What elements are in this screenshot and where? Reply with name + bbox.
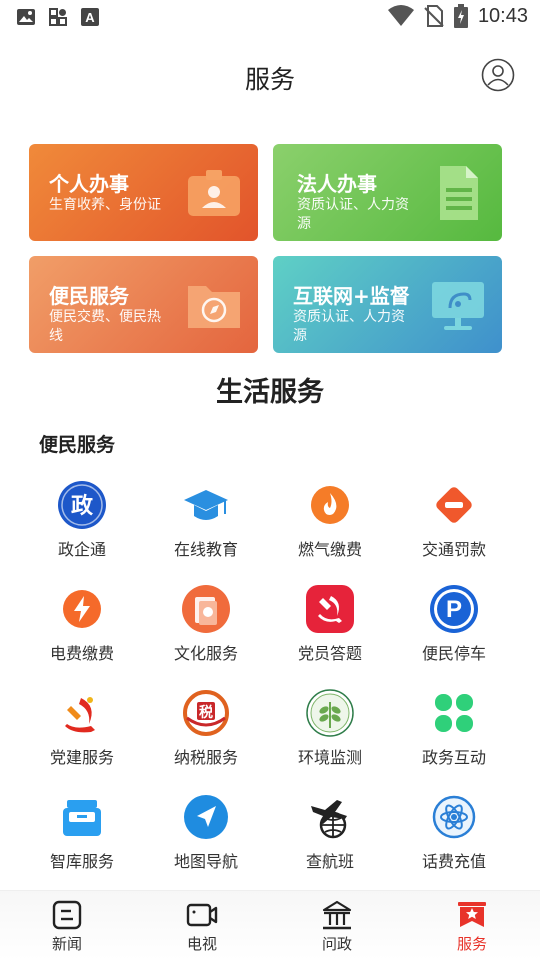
government-building-icon bbox=[322, 900, 352, 930]
page-title: 服务 bbox=[244, 65, 295, 94]
card-convenience-services[interactable]: 便民服务 便民交费、便民热线 bbox=[29, 256, 258, 353]
service-label: 查航班 bbox=[305, 852, 354, 871]
image-icon bbox=[17, 9, 35, 25]
service-item[interactable]: 交通罚款 bbox=[392, 478, 516, 568]
nav-item-service[interactable]: 服务 bbox=[432, 899, 512, 959]
card-title: 法人办事 bbox=[297, 172, 377, 196]
leaf-icon bbox=[306, 689, 354, 737]
party-emblem-icon bbox=[306, 585, 354, 633]
service-label: 电费缴费 bbox=[49, 644, 114, 663]
service-item[interactable]: 电费缴费 bbox=[20, 582, 144, 672]
status-time: 10:43 bbox=[477, 4, 528, 27]
card-title: 个人办事 bbox=[49, 172, 129, 196]
news-icon bbox=[52, 900, 82, 930]
service-label: 智库服务 bbox=[49, 852, 114, 871]
service-label: 纳税服务 bbox=[173, 748, 238, 767]
tax-seal-icon: 税 bbox=[183, 690, 229, 736]
card-subtitle: 便民交费、便民热线 bbox=[49, 309, 161, 344]
service-label: 交通罚款 bbox=[421, 540, 486, 559]
nav-label: 服务 bbox=[456, 935, 487, 953]
card-subtitle: 生育收养、身份证 bbox=[49, 197, 161, 213]
nav-label: 问政 bbox=[321, 935, 352, 953]
nav-item-inquiry[interactable]: 问政 bbox=[297, 899, 377, 959]
service-item[interactable]: 党建服务 bbox=[20, 686, 144, 776]
service-item[interactable]: 政务互动 bbox=[392, 686, 516, 776]
card-subtitle: 资质认证、人力资源 bbox=[293, 309, 405, 344]
service-item[interactable]: 文化服务 bbox=[144, 582, 268, 672]
svg-text:A: A bbox=[85, 10, 95, 25]
service-label: 环境监测 bbox=[297, 748, 362, 767]
card-title: 互联网+监督 bbox=[293, 284, 410, 308]
storage-box-icon bbox=[63, 800, 101, 836]
parking-icon: P bbox=[430, 585, 478, 633]
zheng-glyph: 政 bbox=[71, 493, 94, 519]
wifi-icon bbox=[387, 5, 414, 26]
flame-icon bbox=[311, 486, 349, 524]
service-label: 文化服务 bbox=[173, 644, 238, 663]
card-title: 便民服务 bbox=[49, 284, 129, 308]
nav-label: 电视 bbox=[186, 935, 217, 953]
bottom-nav: 新闻 电视 问政 服务 bbox=[0, 890, 540, 960]
service-item[interactable]: 智库服务 bbox=[20, 790, 144, 880]
monitor-icon bbox=[432, 282, 484, 330]
nav-item-tv[interactable]: 电视 bbox=[162, 899, 242, 959]
folder-compass-icon bbox=[188, 286, 240, 328]
service-item[interactable]: 燃气缴费 bbox=[268, 478, 392, 568]
service-item[interactable]: 地图导航 bbox=[144, 790, 268, 880]
subsection-title-convenience: 便民服务 bbox=[39, 434, 116, 456]
card-subtitle: 资质认证、人力资源 bbox=[297, 197, 409, 232]
navigation-arrow-icon bbox=[184, 795, 228, 839]
service-label: 党建服务 bbox=[49, 748, 114, 767]
service-item[interactable]: 话费充值 bbox=[392, 790, 516, 880]
tax-glyph: 税 bbox=[199, 704, 213, 721]
no-sim-icon bbox=[424, 5, 444, 27]
id-card-icon bbox=[188, 170, 240, 216]
party-building-icon bbox=[65, 697, 95, 733]
atom-icon bbox=[432, 795, 476, 839]
service-label: 话费充值 bbox=[421, 852, 486, 871]
section-title-life-services: 生活服务 bbox=[216, 377, 324, 408]
service-item[interactable]: 查航班 bbox=[268, 790, 392, 880]
app-a-icon: A bbox=[81, 8, 99, 26]
battery-charging-icon bbox=[453, 4, 468, 28]
status-notifications: A bbox=[16, 7, 100, 27]
service-label: 燃气缴费 bbox=[297, 540, 362, 559]
widgets-icon bbox=[49, 8, 67, 26]
tv-camera-icon bbox=[186, 903, 218, 927]
service-item[interactable]: 在线教育 bbox=[144, 478, 268, 568]
service-item[interactable]: P 便民停车 bbox=[392, 582, 516, 672]
status-bar: A 10:43 bbox=[0, 0, 540, 36]
service-label: 政企通 bbox=[57, 540, 106, 559]
book-icon bbox=[182, 585, 230, 633]
service-label: 地图导航 bbox=[173, 852, 238, 871]
card-internet-supervision[interactable]: 互联网+监督 资质认证、人力资源 bbox=[273, 256, 502, 353]
document-icon bbox=[440, 166, 478, 220]
card-personal-affairs[interactable]: 个人办事 生育收养、身份证 bbox=[29, 144, 258, 241]
service-item[interactable]: 环境监测 bbox=[268, 686, 392, 776]
service-label: 党员答题 bbox=[297, 644, 362, 663]
zheng-badge-icon: 政 bbox=[58, 481, 106, 529]
parking-glyph: P bbox=[446, 596, 462, 623]
service-star-icon bbox=[458, 902, 486, 927]
nav-label: 新闻 bbox=[51, 935, 82, 953]
card-legal-affairs[interactable]: 法人办事 资质认证、人力资源 bbox=[273, 144, 502, 241]
header: 服务 bbox=[0, 50, 540, 102]
nav-item-news[interactable]: 新闻 bbox=[27, 899, 107, 959]
no-entry-icon bbox=[436, 487, 472, 523]
lightning-icon bbox=[63, 590, 101, 628]
service-label: 在线教育 bbox=[173, 540, 238, 559]
service-item[interactable]: 党员答题 bbox=[268, 582, 392, 672]
service-item[interactable]: 税 纳税服务 bbox=[144, 686, 268, 776]
user-profile-button[interactable] bbox=[481, 58, 515, 92]
graduation-cap-icon bbox=[184, 490, 228, 520]
service-item[interactable]: 政 政企通 bbox=[20, 478, 144, 568]
service-cards: 个人办事 生育收养、身份证 法人办事 资质认证、人力资源 便民服务 便民交费、便… bbox=[29, 144, 503, 354]
airplane-globe-icon bbox=[311, 800, 347, 839]
service-label: 政务互动 bbox=[421, 748, 486, 767]
service-label: 便民停车 bbox=[421, 644, 486, 663]
clover-icon bbox=[435, 694, 473, 732]
